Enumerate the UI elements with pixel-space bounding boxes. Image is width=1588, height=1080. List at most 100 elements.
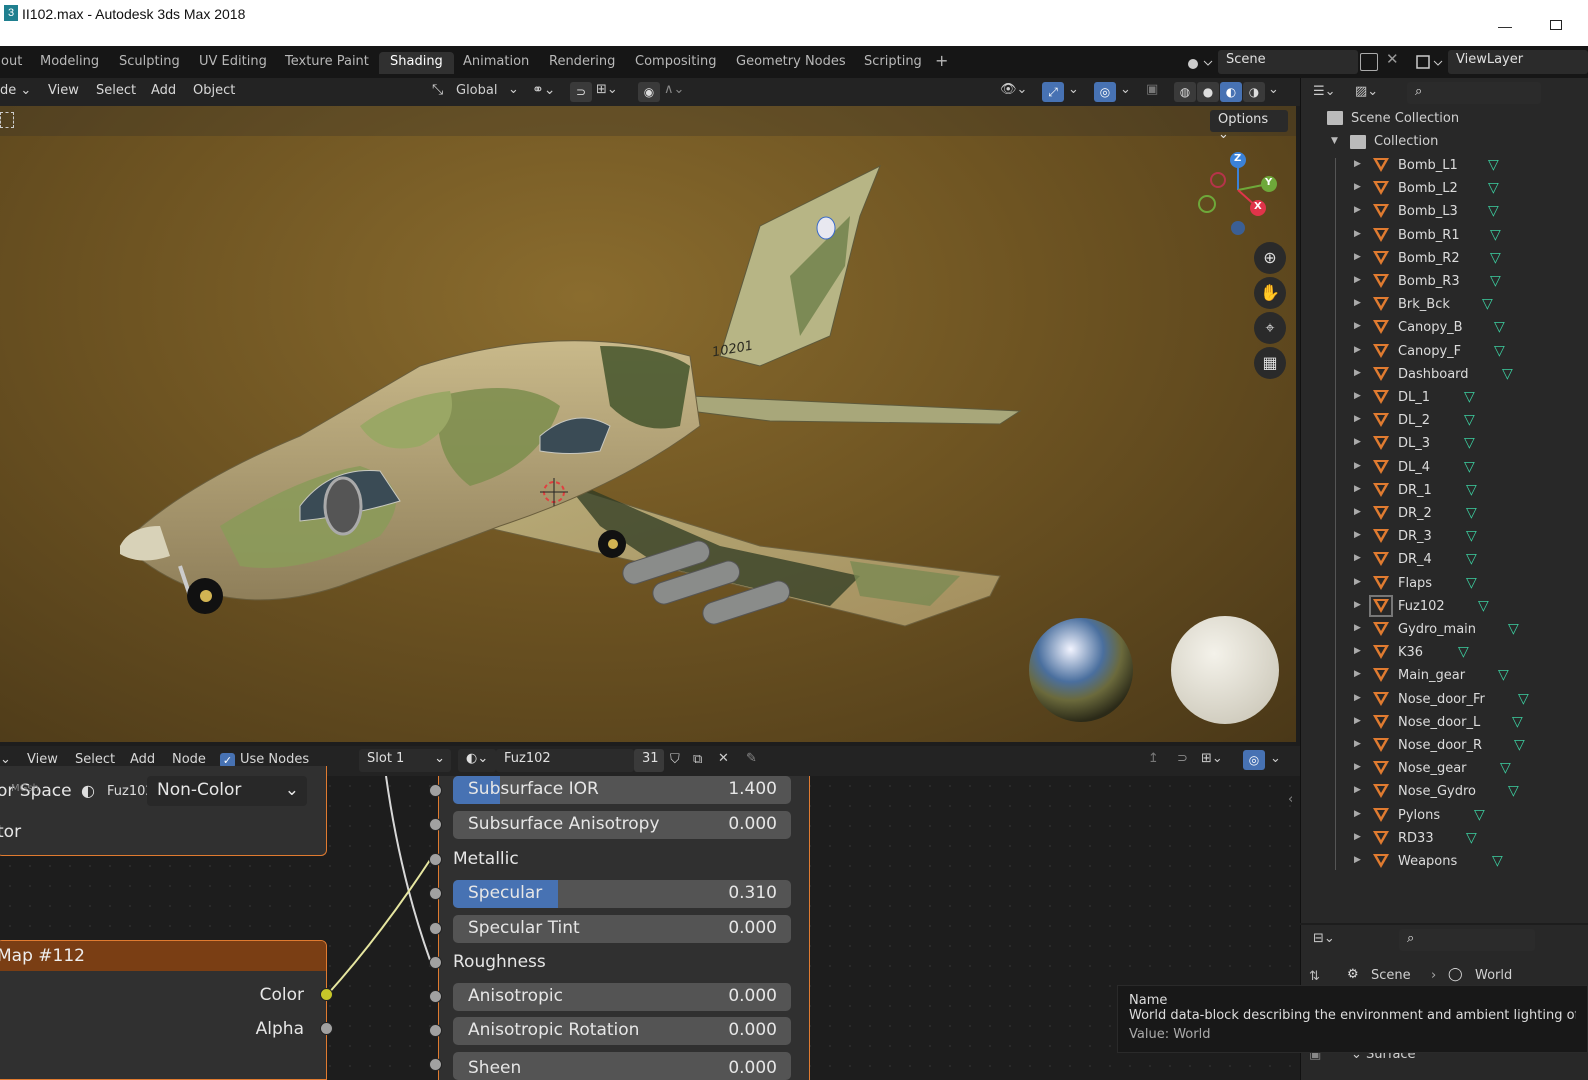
expand-arrow-icon[interactable]: ▶ (1354, 391, 1361, 401)
scene-name-field[interactable]: Scene (1218, 50, 1358, 74)
wireframe-shading-icon[interactable]: ◍ (1174, 82, 1196, 102)
expand-arrow-icon[interactable]: ▶ (1354, 229, 1361, 239)
gizmo-dropdown-icon[interactable]: ⌄ (1068, 82, 1079, 97)
sheen-slider[interactable]: Sheen 0.000 (453, 1052, 791, 1080)
node-snap-icon[interactable]: ⊃ (1177, 751, 1188, 766)
solid-shading-icon[interactable]: ● (1197, 82, 1219, 102)
outliner-item-brk-bck[interactable]: ▶ Brk_Bck ▽ (1301, 294, 1588, 317)
tab-shading[interactable]: Shading (379, 52, 454, 74)
gizmo-toggle-icon[interactable]: ⤢ (1042, 82, 1064, 102)
viewlayer-name-field[interactable]: ViewLayer (1448, 50, 1588, 74)
anisotropic-socket[interactable] (429, 990, 442, 1003)
overlay-dropdown-icon[interactable]: ⌄ (1120, 82, 1131, 97)
outliner-item-nose-gear[interactable]: ▶ Nose_gear ▽ (1301, 758, 1588, 781)
specular-tint-slider[interactable]: Specular Tint 0.000 (453, 915, 791, 943)
color-output-socket[interactable] (320, 988, 333, 1001)
expand-arrow-icon[interactable]: ▶ (1354, 182, 1361, 192)
perspective-grid-icon[interactable]: ▦ (1254, 347, 1286, 379)
outliner-item-dr-2[interactable]: ▶ DR_2 ▽ (1301, 503, 1588, 526)
mesh-data-icon[interactable]: ▽ (1492, 853, 1503, 869)
camera-view-icon[interactable]: ⌖ (1254, 312, 1286, 344)
mesh-data-icon[interactable]: ▽ (1490, 227, 1501, 243)
outliner-item-dr-4[interactable]: ▶ DR_4 ▽ (1301, 549, 1588, 572)
sheen-socket[interactable] (429, 1058, 442, 1071)
outliner-item-dl-2[interactable]: ▶ DL_2 ▽ (1301, 410, 1588, 433)
visibility-icon[interactable]: 👁⌄ (1000, 82, 1027, 97)
outliner-item-bomb-l3[interactable]: ▶ Bomb_L3 ▽ (1301, 201, 1588, 224)
snap-target-icon[interactable]: ⊞⌄ (596, 82, 628, 102)
tab-animation[interactable]: Animation (452, 52, 540, 74)
node-snap-target-icon[interactable]: ⊞⌄ (1201, 751, 1223, 766)
expand-arrow-icon[interactable]: ▶ (1354, 669, 1361, 679)
outliner-item-bomb-l2[interactable]: ▶ Bomb_L2 ▽ (1301, 178, 1588, 201)
expand-arrow-icon[interactable]: ▶ (1354, 600, 1361, 610)
mesh-data-icon[interactable]: ▽ (1494, 319, 1505, 335)
mesh-data-icon[interactable]: ▽ (1482, 296, 1493, 312)
tab-compositing[interactable]: Compositing (624, 52, 728, 74)
mesh-data-icon[interactable]: ▽ (1464, 435, 1475, 451)
node-menu-select[interactable]: Select (75, 752, 115, 767)
outliner-item-rd33[interactable]: ▶ RD33 ▽ (1301, 828, 1588, 851)
image-texture-node[interactable]: or Space MGsh ◐ Fuz102 Non-Color ⌄ tor (0, 766, 327, 856)
mesh-data-icon[interactable]: ▽ (1490, 250, 1501, 266)
mesh-data-icon[interactable]: ▽ (1466, 482, 1477, 498)
slot-dropdown[interactable]: Slot 1 ⌄ (359, 749, 451, 772)
expand-arrow-icon[interactable]: ▶ (1354, 693, 1361, 703)
outliner-item-nose-gydro[interactable]: ▶ Nose_Gydro ▽ (1301, 781, 1588, 804)
expand-arrow-icon[interactable]: ▶ (1354, 484, 1361, 494)
mesh-data-icon[interactable]: ▽ (1490, 273, 1501, 289)
snap-toggle-icon[interactable]: ⊃ (570, 82, 592, 102)
outliner-item-dr-1[interactable]: ▶ DR_1 ▽ (1301, 480, 1588, 503)
collection-expand-icon[interactable]: ▼ (1331, 136, 1338, 146)
outliner-item-canopy-b[interactable]: ▶ Canopy_B ▽ (1301, 317, 1588, 340)
restore-icon[interactable] (1550, 20, 1562, 30)
expand-arrow-icon[interactable]: ▶ (1354, 507, 1361, 517)
outliner-item-nose-door-r[interactable]: ▶ Nose_door_R ▽ (1301, 735, 1588, 758)
sidebar-toggle-icon[interactable]: ‹ (1288, 792, 1293, 807)
pin-icon[interactable]: ⇅ (1309, 969, 1320, 984)
outliner-item-bomb-r1[interactable]: ▶ Bomb_R1 ▽ (1301, 225, 1588, 248)
tab-sculpting[interactable]: Sculpting (108, 52, 191, 74)
mesh-data-icon[interactable]: ▽ (1466, 528, 1477, 544)
expand-arrow-icon[interactable]: ▶ (1354, 252, 1361, 262)
expand-arrow-icon[interactable]: ▶ (1354, 577, 1361, 587)
delete-scene-icon[interactable]: ✕ (1386, 50, 1399, 68)
mesh-data-icon[interactable]: ▽ (1512, 714, 1523, 730)
outliner-search-input[interactable]: ⌕ (1407, 82, 1541, 104)
map-node-header[interactable]: Map #112 (0, 941, 326, 971)
3d-viewport[interactable]: 10201 Z Y X ⊕ ✋ ⌖ ▦ (0, 106, 1296, 742)
menu-add[interactable]: Add (151, 83, 176, 98)
specular-slider[interactable]: Specular 0.310 (453, 880, 791, 908)
proportional-edit-icon[interactable]: ◉ (638, 82, 660, 102)
expand-arrow-icon[interactable]: ▶ (1354, 298, 1361, 308)
metallic-socket[interactable] (429, 853, 442, 866)
mesh-data-icon[interactable]: ▽ (1464, 412, 1475, 428)
menu-view[interactable]: View (48, 83, 79, 98)
expand-arrow-icon[interactable]: ▶ (1354, 832, 1361, 842)
expand-arrow-icon[interactable]: ▶ (1354, 739, 1361, 749)
subsurface-ior-slider[interactable]: Subsurface IOR 1.400 (453, 776, 791, 804)
expand-arrow-icon[interactable]: ▶ (1354, 623, 1361, 633)
node-menu-view[interactable]: View (27, 752, 58, 767)
image-map-node[interactable]: Map #112 Color Alpha (0, 940, 327, 1080)
outliner-item-bomb-r2[interactable]: ▶ Bomb_R2 ▽ (1301, 248, 1588, 271)
unlink-material-icon[interactable]: ✕ (718, 751, 729, 766)
scene-selector-icon[interactable] (1184, 52, 1216, 74)
node-overlay-icon[interactable]: ◎ (1243, 750, 1265, 770)
alpha-output-socket[interactable] (320, 1022, 333, 1035)
falloff-icon[interactable]: ∧⌄ (664, 82, 684, 97)
fake-user-icon[interactable]: ⛉ (670, 752, 680, 767)
tab-scripting[interactable]: Scripting (853, 52, 933, 74)
mesh-data-icon[interactable]: ▽ (1478, 598, 1489, 614)
menu-select[interactable]: Select (96, 83, 136, 98)
mesh-data-icon[interactable]: ▽ (1508, 621, 1519, 637)
tab-rendering[interactable]: Rendering (538, 52, 626, 74)
menu-object[interactable]: Object (193, 83, 235, 98)
mesh-data-icon[interactable]: ▽ (1466, 575, 1477, 591)
editor-type-icon[interactable]: ⊟⌄ (1313, 931, 1335, 946)
expand-arrow-icon[interactable]: ▶ (1354, 855, 1361, 865)
expand-arrow-icon[interactable]: ▶ (1354, 321, 1361, 331)
material-browse-icon[interactable]: ◐⌄ (458, 749, 496, 772)
mesh-data-icon[interactable]: ▽ (1502, 366, 1513, 382)
outliner-item-dl-1[interactable]: ▶ DL_1 ▽ (1301, 387, 1588, 410)
